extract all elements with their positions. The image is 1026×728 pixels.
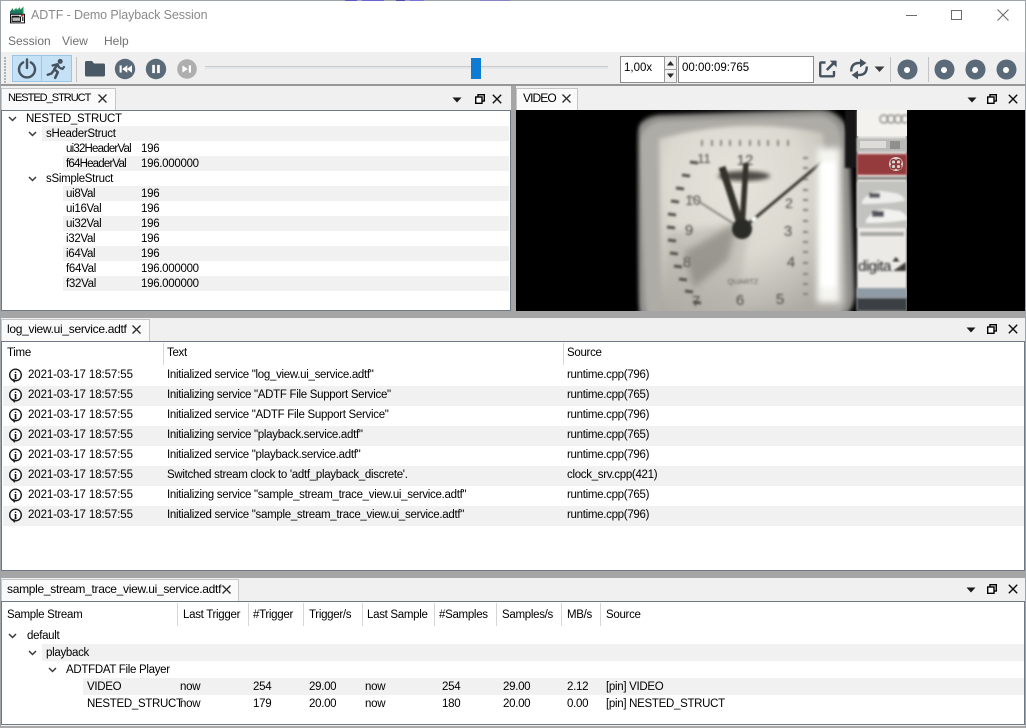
svg-text:i: i xyxy=(14,430,17,442)
svg-text:i: i xyxy=(14,450,17,462)
svg-text:4: 4 xyxy=(787,254,795,271)
svg-text:i: i xyxy=(14,390,17,402)
svg-text:i: i xyxy=(14,490,17,502)
svg-text:2: 2 xyxy=(785,195,793,211)
svg-text:i: i xyxy=(14,370,17,382)
svg-text:5: 5 xyxy=(776,291,784,308)
svg-text:10: 10 xyxy=(685,192,701,208)
svg-text:digita: digita xyxy=(858,258,892,275)
svg-text:11: 11 xyxy=(697,151,711,166)
svg-text:9: 9 xyxy=(685,222,693,239)
svg-text:i: i xyxy=(14,410,17,422)
svg-text:i: i xyxy=(14,510,17,522)
svg-text:6: 6 xyxy=(736,292,744,309)
svg-text:7: 7 xyxy=(692,293,700,310)
svg-text:QUARTZ: QUARTZ xyxy=(728,277,759,286)
svg-text:i: i xyxy=(14,470,17,482)
svg-text:3: 3 xyxy=(784,223,792,240)
